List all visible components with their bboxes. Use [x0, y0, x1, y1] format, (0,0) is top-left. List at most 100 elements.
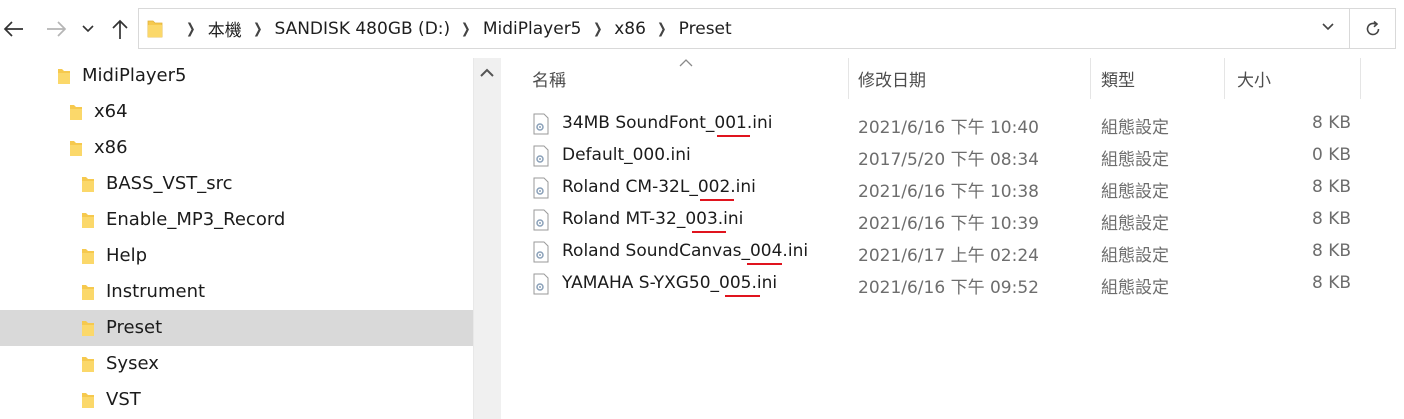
folder-icon [82, 249, 94, 264]
up-button[interactable] [106, 14, 134, 44]
address-dropdown-icon[interactable] [1321, 20, 1335, 34]
tree-item-label: Help [106, 245, 148, 266]
file-name: YAMAHA S-YXG50_005.ini [562, 273, 778, 293]
config-file-icon [533, 113, 549, 135]
tree-item-sysex[interactable]: Sysex [0, 346, 473, 382]
breadcrumb-item-this-pc[interactable]: 本機 [208, 16, 242, 41]
file-date: 2021/6/16 下午 10:38 [858, 182, 1039, 202]
file-row[interactable]: Roland CM-32L_002.ini 2021/6/16 下午 10:38… [526, 172, 1376, 203]
file-name: Default_000.ini [562, 145, 691, 165]
annotation-underline [692, 231, 726, 233]
navigation-bar: ❯ 本機 ❯ SANDISK 480GB (D:) ❯ MidiPlayer5 … [0, 0, 1404, 58]
tree-item-x64[interactable]: x64 [0, 94, 473, 130]
column-divider[interactable] [1090, 58, 1091, 99]
tree-item-x86[interactable]: x86 [0, 130, 473, 166]
folder-icon [82, 357, 94, 372]
tree-item-label: MidiPlayer5 [82, 65, 187, 86]
back-button[interactable] [0, 14, 28, 44]
breadcrumb-item-midiplayer5[interactable]: MidiPlayer5 [483, 19, 582, 39]
folder-icon [70, 105, 82, 120]
file-row[interactable]: Roland SoundCanvas_004.ini 2021/6/17 上午 … [526, 236, 1376, 267]
file-type: 組態設定 [1101, 182, 1169, 202]
refresh-button[interactable] [1350, 8, 1396, 49]
config-file-icon [533, 273, 549, 295]
tree-item-midiplayer5[interactable]: MidiPlayer5 [0, 58, 473, 94]
tree-item-instrument[interactable]: Instrument [0, 274, 473, 310]
config-file-icon [533, 209, 549, 231]
arrow-up-icon [112, 19, 128, 39]
file-date: 2017/5/20 下午 08:34 [858, 150, 1039, 170]
folder-icon [70, 141, 82, 156]
breadcrumb-separator-icon[interactable]: ❯ [657, 21, 666, 37]
file-row[interactable]: YAMAHA S-YXG50_005.ini 2021/6/16 下午 09:5… [526, 268, 1376, 299]
annotation-underline [725, 295, 760, 297]
file-name: Roland CM-32L_002.ini [562, 177, 756, 197]
annotation-underline [747, 263, 782, 265]
navigation-pane: MidiPlayer5 x64 x86 BASS_VST_src Enable_… [0, 58, 473, 419]
tree-item-label: BASS_VST_src [106, 173, 233, 194]
file-type: 組態設定 [1101, 118, 1169, 138]
sort-ascending-icon [679, 59, 693, 67]
file-type: 組態設定 [1101, 150, 1169, 170]
file-row[interactable]: 34MB SoundFont_001.ini 2021/6/16 下午 10:4… [526, 108, 1376, 139]
navigation-pane-scrollbar[interactable] [473, 58, 501, 419]
config-file-icon [533, 241, 549, 263]
column-header-date[interactable]: 修改日期 [858, 58, 926, 99]
column-header-name[interactable]: 名稱 [532, 58, 566, 99]
file-row[interactable]: Default_000.ini 2017/5/20 下午 08:34 組態設定 … [526, 140, 1376, 171]
tree-item-label: Enable_MP3_Record [106, 209, 286, 230]
file-name: Roland MT-32_003.ini [562, 209, 744, 229]
address-bar[interactable]: ❯ 本機 ❯ SANDISK 480GB (D:) ❯ MidiPlayer5 … [138, 8, 1350, 49]
breadcrumb-separator-icon[interactable]: ❯ [253, 21, 262, 37]
folder-icon [82, 393, 94, 408]
annotation-underline [700, 199, 734, 201]
file-name: Roland SoundCanvas_004.ini [562, 241, 809, 261]
file-size: 8 KB [1311, 241, 1351, 261]
tree-item-bass-vst-src[interactable]: BASS_VST_src [0, 166, 473, 202]
breadcrumb-separator-icon[interactable]: ❯ [186, 21, 195, 37]
file-type: 組態設定 [1101, 246, 1169, 266]
forward-button[interactable] [42, 14, 70, 44]
breadcrumb-separator-icon[interactable]: ❯ [461, 21, 470, 37]
file-size: 8 KB [1311, 113, 1351, 133]
file-size: 0 KB [1311, 145, 1351, 165]
file-size: 8 KB [1311, 209, 1351, 229]
breadcrumb-item-preset[interactable]: Preset [679, 19, 732, 39]
folder-icon [82, 177, 94, 192]
tree-item-label: Preset [106, 317, 163, 338]
file-date: 2021/6/16 下午 10:40 [858, 118, 1039, 138]
file-list: 名稱 修改日期 類型 大小 34MB SoundFont_001.ini 202… [502, 58, 1404, 419]
breadcrumb: ❯ 本機 ❯ SANDISK 480GB (D:) ❯ MidiPlayer5 … [175, 9, 732, 48]
arrow-right-icon [47, 21, 67, 37]
column-divider[interactable] [1360, 58, 1361, 99]
file-date: 2021/6/16 下午 10:39 [858, 214, 1039, 234]
breadcrumb-separator-icon[interactable]: ❯ [593, 21, 602, 37]
tree-item-help[interactable]: Help [0, 238, 473, 274]
recent-locations-button[interactable] [78, 14, 98, 44]
folder-icon [82, 285, 94, 300]
tree-item-enable-mp3-record[interactable]: Enable_MP3_Record [0, 202, 473, 238]
column-header-size[interactable]: 大小 [1237, 58, 1271, 99]
tree-item-label: VST [106, 389, 141, 410]
file-name: 34MB SoundFont_001.ini [562, 113, 773, 133]
scroll-up-icon[interactable] [479, 67, 495, 79]
file-size: 8 KB [1311, 177, 1351, 197]
tree-item-label: x64 [94, 101, 128, 122]
tree-item-vst[interactable]: VST [0, 382, 473, 418]
file-type: 組態設定 [1101, 214, 1169, 234]
breadcrumb-item-x86[interactable]: x86 [614, 19, 646, 39]
tree-item-label: Sysex [106, 353, 159, 374]
annotation-underline [717, 135, 750, 137]
file-size: 8 KB [1311, 273, 1351, 293]
file-row[interactable]: Roland MT-32_003.ini 2021/6/16 下午 10:39 … [526, 204, 1376, 235]
file-date: 2021/6/17 上午 02:24 [858, 246, 1039, 266]
refresh-icon [1366, 20, 1379, 35]
column-header-type[interactable]: 類型 [1101, 58, 1135, 99]
tree-item-preset[interactable]: Preset [0, 310, 473, 346]
tree-item-label: Instrument [106, 281, 206, 302]
config-file-icon [533, 177, 549, 199]
column-divider[interactable] [848, 58, 849, 99]
tree-item-label: x86 [94, 137, 128, 158]
breadcrumb-item-drive[interactable]: SANDISK 480GB (D:) [274, 19, 450, 39]
column-divider[interactable] [1224, 58, 1225, 99]
